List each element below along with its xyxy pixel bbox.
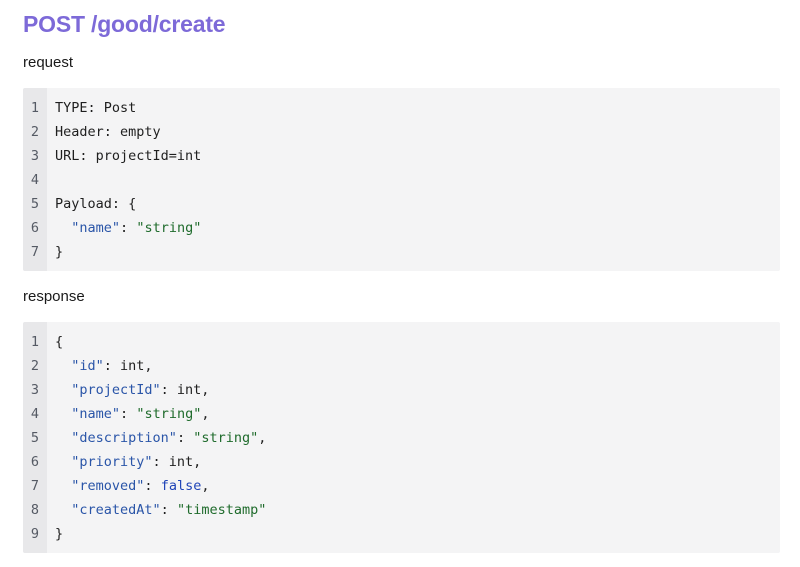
- code-token: {: [55, 334, 64, 350]
- code-token: "removed": [71, 478, 145, 494]
- code-text: "priority": int,: [55, 450, 201, 474]
- code-line: 2 Header: empty: [23, 120, 780, 144]
- code-text: "description": "string",: [55, 426, 266, 450]
- line-number: 4: [30, 406, 40, 422]
- code-token: :: [160, 502, 177, 518]
- code-text: "name": "string",: [55, 402, 209, 426]
- response-label: response: [23, 288, 85, 305]
- code-line: 5 "description": "string",: [23, 426, 780, 450]
- code-token: "timestamp": [176, 502, 267, 518]
- code-text: "projectId": int,: [55, 378, 209, 402]
- page-title: POST /good/create: [23, 11, 226, 37]
- code-line: 7 "removed": false,: [23, 474, 780, 498]
- code-text: "createdAt": "timestamp": [55, 498, 266, 522]
- code-line: 4 "name": "string",: [23, 402, 780, 426]
- code-token: : int,: [103, 358, 153, 374]
- request-lines: 1 TYPE: Post 2 Header: empty 3 URL: projectId…: [23, 96, 780, 264]
- code-token: "priority": [71, 454, 153, 470]
- line-number: 1: [30, 334, 40, 350]
- line-number: 7: [30, 478, 40, 494]
- code-token: Payload: {: [55, 196, 137, 212]
- code-token: ,: [201, 478, 210, 494]
- code-line: 9}: [23, 522, 780, 546]
- code-token: :: [120, 406, 137, 422]
- code-token: : int,: [152, 454, 202, 470]
- code-line: 6 "name": "string": [23, 216, 780, 240]
- code-token: :: [120, 220, 137, 236]
- code-text: URL: projectId=int: [55, 144, 201, 168]
- line-number: 4: [30, 172, 40, 188]
- code-token: ,: [258, 430, 267, 446]
- code-token: : int,: [160, 382, 210, 398]
- code-token: "string": [193, 430, 259, 446]
- code-text: "id": int,: [55, 354, 153, 378]
- code-token: :: [144, 478, 161, 494]
- code-token: Header: empty: [55, 124, 161, 140]
- code-line: 3 "projectId": int,: [23, 378, 780, 402]
- line-number: 2: [30, 358, 40, 374]
- line-number: 5: [30, 196, 40, 212]
- line-number: 6: [30, 454, 40, 470]
- code-line: 7}: [23, 240, 780, 264]
- code-text: Payload: {: [55, 192, 136, 216]
- code-line: 2 "id": int,: [23, 354, 780, 378]
- line-number: 3: [30, 382, 40, 398]
- code-token: false: [160, 478, 202, 494]
- code-token: TYPE: Post: [55, 100, 137, 116]
- request-label: request: [23, 54, 74, 71]
- line-number: 1: [30, 100, 40, 116]
- code-text: "name": "string": [55, 216, 201, 240]
- code-line: 3 URL: projectId=int: [23, 144, 780, 168]
- code-token: "id": [71, 358, 104, 374]
- code-text: {: [55, 330, 63, 354]
- code-line: 1 TYPE: Post: [23, 96, 780, 120]
- code-line: 6 "priority": int,: [23, 450, 780, 474]
- code-token: "projectId": [71, 382, 161, 398]
- code-line: 4: [23, 168, 780, 192]
- response-code-block: 1{2 "id": int, 3 "projectId": int, 4 "name…: [23, 322, 780, 553]
- request-code-block: 1 TYPE: Post 2 Header: empty 3 URL: projectId…: [23, 88, 780, 271]
- code-line: 5 Payload: {: [23, 192, 780, 216]
- line-number: 5: [30, 430, 40, 446]
- code-token: "createdAt": [71, 502, 161, 518]
- line-number: 6: [30, 220, 40, 236]
- code-line: 8 "createdAt": "timestamp": [23, 498, 780, 522]
- code-token: "string": [136, 220, 202, 236]
- code-token: }: [55, 244, 64, 260]
- code-text: TYPE: Post: [55, 96, 136, 120]
- code-text: }: [55, 522, 63, 546]
- code-token: "string": [136, 406, 202, 422]
- code-token: }: [55, 526, 64, 542]
- line-number: 9: [30, 526, 40, 542]
- code-line: 1{: [23, 330, 780, 354]
- code-token: :: [176, 430, 194, 446]
- code-token: "name": [71, 220, 121, 236]
- code-text: Header: empty: [55, 120, 161, 144]
- code-text: }: [55, 240, 63, 264]
- line-number: 8: [30, 502, 40, 518]
- line-number: 2: [30, 124, 40, 140]
- code-text: "removed": false,: [55, 474, 209, 498]
- code-token: "name": [71, 406, 121, 422]
- line-number: 7: [30, 244, 40, 260]
- response-lines: 1{2 "id": int, 3 "projectId": int, 4 "name…: [23, 330, 780, 546]
- code-token: URL: projectId=int: [55, 148, 202, 164]
- line-number: 3: [30, 148, 40, 164]
- code-token: ,: [201, 406, 210, 422]
- code-token: "description": [71, 430, 177, 446]
